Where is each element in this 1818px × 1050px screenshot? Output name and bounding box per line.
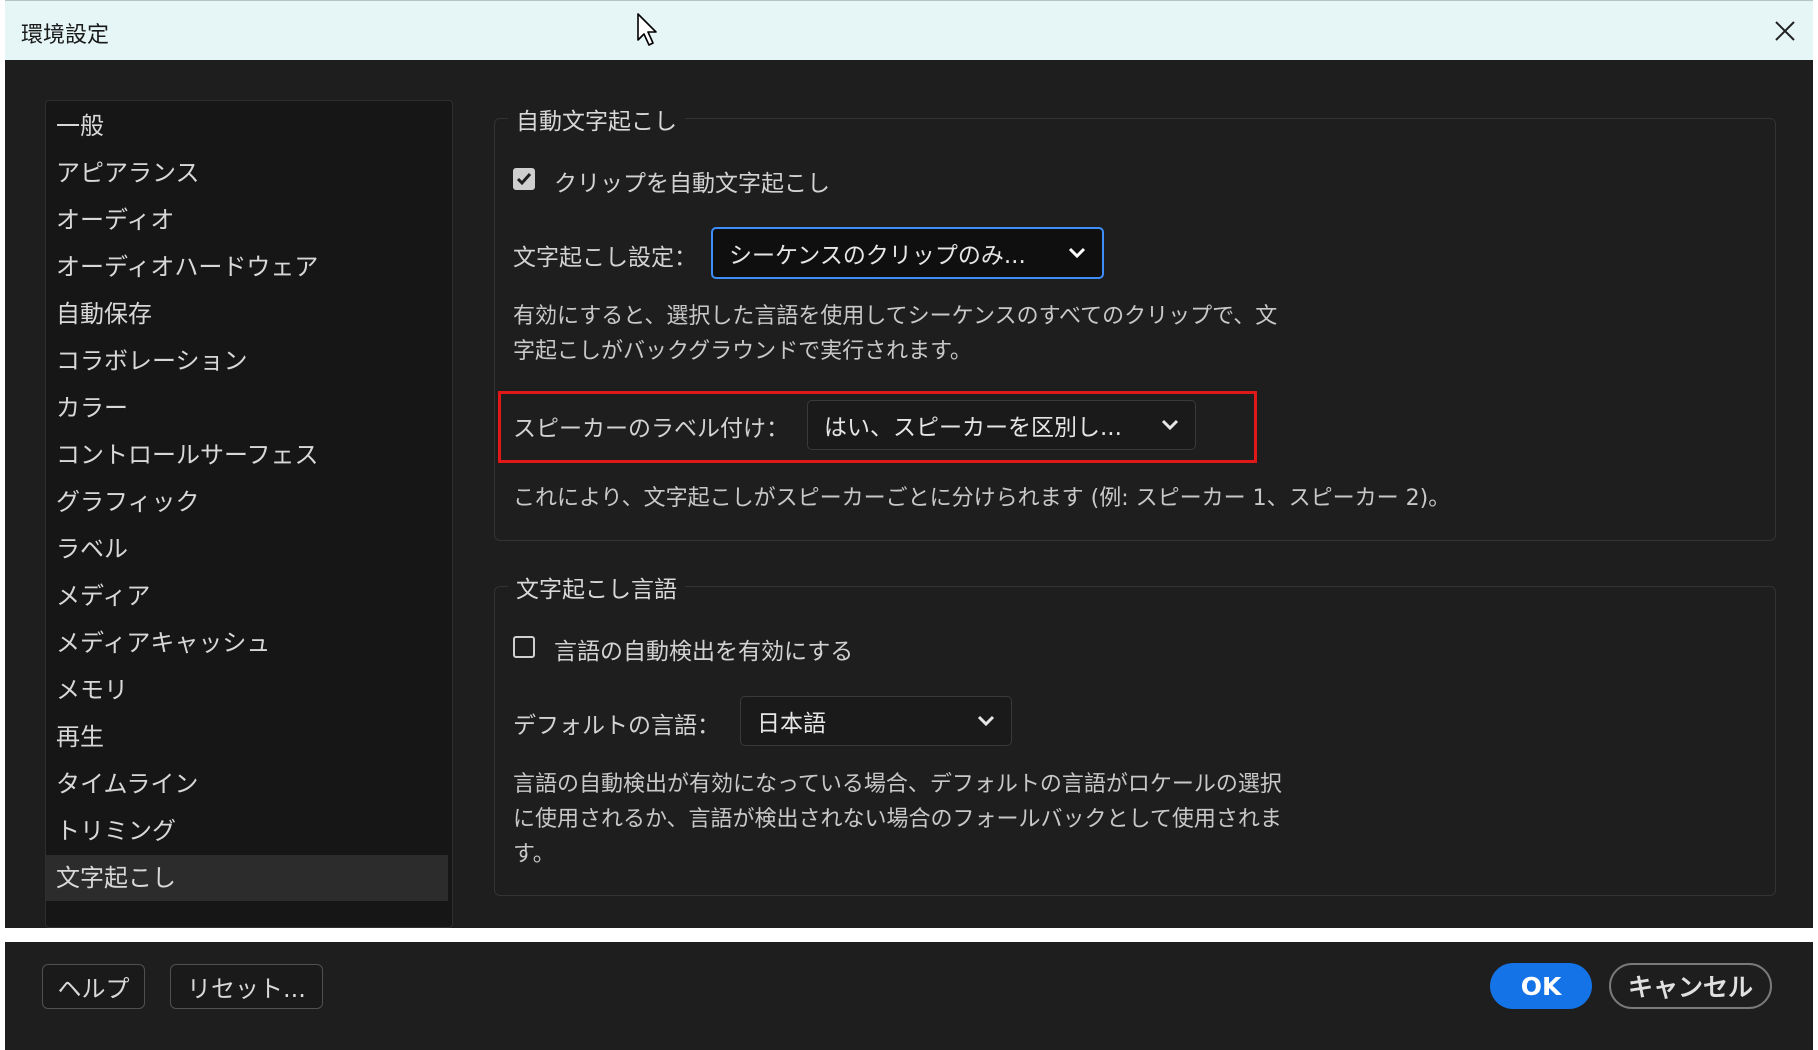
window-title: 環境設定	[21, 23, 110, 48]
sidebar-item-label: ラベル	[56, 535, 128, 563]
sidebar-item-general[interactable]: 一般	[46, 103, 448, 149]
sidebar-item-label: 自動保存	[56, 300, 152, 328]
sidebar-item-audio[interactable]: オーディオ	[46, 197, 448, 243]
speaker-labeling-description: これにより、文字起こしがスピーカーごとに分けられます (例: スピーカー 1、ス…	[513, 486, 1451, 511]
sidebar-item-labels[interactable]: ラベル	[46, 526, 448, 572]
description-line: す。	[513, 842, 555, 867]
chevron-down-icon	[1159, 414, 1181, 436]
auto-transcribe-group-title: 自動文字起こし	[508, 102, 685, 136]
transcribe-setting-dropdown[interactable]: シーケンスのクリップのみ...	[711, 227, 1104, 279]
footer-divider	[0, 928, 1818, 942]
ok-button[interactable]: OK	[1490, 963, 1592, 1009]
chevron-down-icon	[1066, 242, 1088, 264]
sidebar-item-control-surface[interactable]: コントロールサーフェス	[46, 432, 448, 478]
speaker-labeling-value: はい、スピーカーを区別し...	[824, 415, 1122, 441]
sidebar-item-appearance[interactable]: アピアランス	[46, 150, 448, 196]
sidebar-item-media[interactable]: メディア	[46, 573, 448, 619]
reset-button[interactable]: リセット...	[170, 964, 323, 1009]
sidebar-item-label: 文字起こし	[56, 864, 176, 892]
close-button[interactable]	[1767, 13, 1803, 49]
sidebar-item-label: メディア	[56, 582, 151, 610]
sidebar-item-audio-hardware[interactable]: オーディオハードウェア	[46, 244, 448, 290]
sidebar-item-label: 再生	[56, 723, 104, 751]
transcribe-setting-label: 文字起こし設定：	[513, 245, 697, 271]
sidebar-item-label: アピアランス	[56, 159, 200, 187]
sidebar-item-label: カラー	[56, 394, 128, 422]
default-language-description: 言語の自動検出が有効になっている場合、デフォルトの言語がロケールの選択 に使用さ…	[513, 767, 1282, 872]
auto-transcribe-checkbox-label: クリップを自動文字起こし	[554, 171, 830, 197]
sidebar-item-media-cache[interactable]: メディアキャッシュ	[46, 620, 448, 666]
description-line: 有効にすると、選択した言語を使用してシーケンスのすべてのクリップで、文	[513, 304, 1278, 329]
speaker-labeling-label: スピーカーのラベル付け：	[513, 416, 789, 442]
transcribe-setting-value: シーケンスのクリップのみ...	[729, 243, 1026, 269]
sidebar-item-transcription[interactable]: 文字起こし	[46, 855, 448, 901]
sidebar-item-auto-save[interactable]: 自動保存	[46, 291, 448, 337]
auto-detect-language-label: 言語の自動検出を有効にする	[554, 639, 854, 665]
description-line: 字起こしがバックグラウンドで実行されます。	[513, 339, 972, 364]
sidebar-item-label: メモリ	[56, 676, 128, 704]
checkmark-icon	[516, 173, 532, 186]
description-line: 言語の自動検出が有効になっている場合、デフォルトの言語がロケールの選択	[513, 772, 1282, 797]
auto-detect-language-checkbox[interactable]	[513, 636, 535, 658]
sidebar-item-label: グラフィック	[56, 488, 200, 516]
default-language-label: デフォルトの言語：	[513, 713, 720, 739]
sidebar-item-label: オーディオハードウェア	[56, 253, 319, 281]
default-language-dropdown[interactable]: 日本語	[740, 696, 1012, 746]
sidebar-item-playback[interactable]: 再生	[46, 714, 448, 760]
sidebar-item-label: トリミング	[56, 817, 176, 845]
sidebar-item-collaboration[interactable]: コラボレーション	[46, 338, 448, 384]
close-icon	[1775, 21, 1795, 41]
cancel-button[interactable]: キャンセル	[1609, 963, 1772, 1009]
description-line: に使用されるか、言語が検出されない場合のフォールバックとして使用されま	[513, 807, 1282, 832]
chevron-down-icon	[975, 710, 997, 732]
sidebar-item-label: オーディオ	[56, 206, 175, 234]
sidebar-item-memory[interactable]: メモリ	[46, 667, 448, 713]
transcribe-language-group-title: 文字起こし言語	[508, 570, 685, 604]
sidebar-item-label: コントロールサーフェス	[56, 441, 319, 469]
title-bar: 環境設定	[5, 0, 1813, 60]
sidebar-item-graphics[interactable]: グラフィック	[46, 479, 448, 525]
speaker-labeling-dropdown[interactable]: はい、スピーカーを区別し...	[807, 400, 1196, 450]
help-button[interactable]: ヘルプ	[42, 964, 145, 1009]
sidebar-item-timeline[interactable]: タイムライン	[46, 761, 448, 807]
sidebar-item-trimming[interactable]: トリミング	[46, 808, 448, 854]
auto-transcribe-checkbox[interactable]	[513, 168, 535, 190]
sidebar-item-label: タイムライン	[56, 770, 199, 798]
sidebar-item-label: メディアキャッシュ	[56, 629, 271, 657]
sidebar: 一般 アピアランス オーディオ オーディオハードウェア 自動保存 コラボレーショ…	[45, 100, 453, 928]
sidebar-item-label: コラボレーション	[56, 347, 248, 375]
default-language-value: 日本語	[757, 711, 826, 737]
mouse-cursor-icon	[637, 13, 657, 46]
auto-transcribe-description: 有効にすると、選択した言語を使用してシーケンスのすべてのクリップで、文 字起こし…	[513, 299, 1277, 369]
sidebar-item-label: 一般	[56, 112, 104, 140]
sidebar-item-color[interactable]: カラー	[46, 385, 448, 431]
